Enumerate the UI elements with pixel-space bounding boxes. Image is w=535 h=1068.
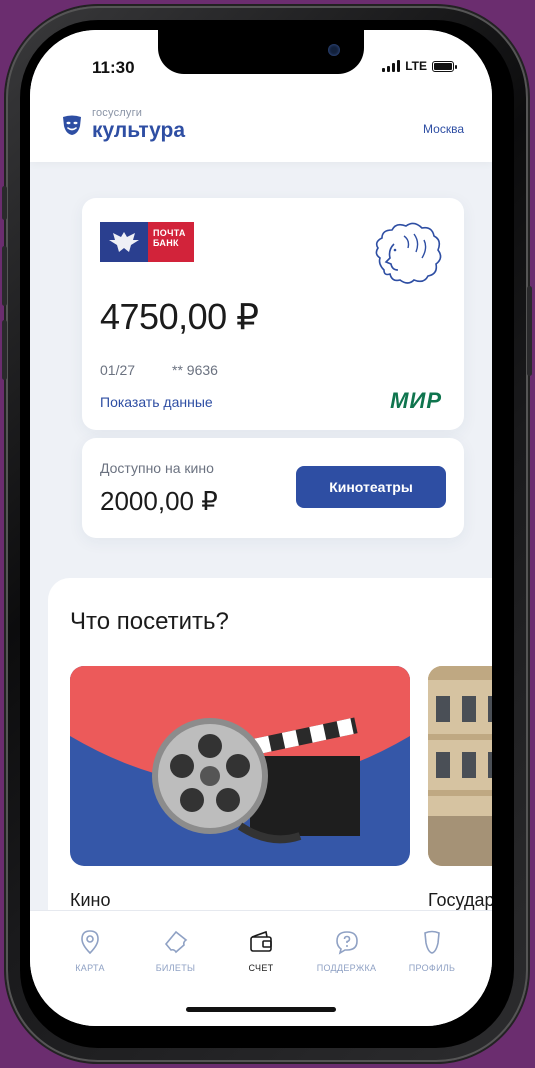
cinema-balance-block: Доступно на кино 2000,00 ₽ Кинотеатры bbox=[82, 438, 464, 538]
tile-museum[interactable] bbox=[428, 666, 492, 866]
brand-title: культура bbox=[92, 119, 186, 142]
visit-section: Что посетить? Кино Государ bbox=[48, 578, 492, 958]
city-selector[interactable]: Москва bbox=[423, 122, 464, 136]
tab-profile[interactable]: ПРОФИЛЬ bbox=[394, 929, 470, 973]
wallet-icon bbox=[250, 930, 272, 952]
card-expiry: 01/27 bbox=[100, 362, 136, 378]
building-icon bbox=[428, 666, 492, 866]
status-indicators: LTE bbox=[382, 59, 457, 73]
tab-map-label: КАРТА bbox=[75, 963, 105, 973]
map-pin-icon bbox=[81, 930, 99, 955]
status-time: 11:30 bbox=[92, 58, 135, 77]
tile-cinema[interactable] bbox=[70, 666, 410, 866]
tab-support-label: ПОДДЕРЖКА bbox=[316, 963, 377, 973]
bank-name: ПОЧТА БАНК bbox=[148, 222, 194, 262]
home-indicator[interactable] bbox=[186, 1007, 336, 1012]
film-reel-icon bbox=[70, 666, 410, 866]
brand-small: госуслуги bbox=[92, 107, 143, 119]
pushkin-portrait-icon bbox=[375, 222, 442, 284]
volume-down-button bbox=[2, 320, 7, 380]
app-screen: 11:30 LTE госуслуги культура Москва ПОЧТ… bbox=[30, 30, 492, 1026]
theatre-mask-icon bbox=[63, 115, 81, 135]
tab-account-label: СЧЕТ bbox=[248, 963, 274, 973]
tab-tickets-label: БИЛЕТЫ bbox=[155, 963, 196, 973]
app-header: госуслуги культура Москва bbox=[30, 86, 492, 162]
support-icon bbox=[335, 931, 358, 955]
tab-tickets[interactable]: БИЛЕТЫ bbox=[138, 929, 214, 973]
battery-icon bbox=[432, 60, 457, 72]
tile-cinema-label: Кино bbox=[70, 890, 111, 910]
network-label: LTE bbox=[405, 59, 427, 73]
tile-museum-label: Государ bbox=[428, 890, 492, 910]
bank-logo: ПОЧТА БАНК bbox=[100, 222, 194, 262]
volume-up-button bbox=[2, 246, 7, 306]
tab-profile-label: ПРОФИЛЬ bbox=[408, 963, 456, 973]
mir-logo: МИР bbox=[390, 388, 442, 413]
tab-map[interactable]: КАРТА bbox=[52, 929, 128, 973]
tab-support[interactable]: ПОДДЕРЖКА bbox=[309, 929, 385, 973]
show-card-data-link[interactable]: Показать данные bbox=[100, 394, 213, 410]
cinema-available-label: Доступно на кино bbox=[100, 460, 214, 476]
visit-title: Что посетить? bbox=[70, 608, 229, 635]
profile-icon bbox=[424, 930, 440, 954]
ticket-icon bbox=[164, 930, 187, 954]
signal-icon bbox=[382, 60, 401, 72]
mute-switch bbox=[2, 186, 7, 220]
card-balance: 4750,00 ₽ bbox=[100, 296, 259, 337]
card-number: ** 9636 bbox=[172, 362, 218, 378]
power-button bbox=[527, 286, 532, 376]
camera-icon bbox=[328, 44, 340, 56]
app-logo[interactable]: госуслуги культура bbox=[60, 108, 185, 141]
pushkin-card[interactable]: ПОЧТА БАНК 4750,00 ₽ 01/27 ** 9636 Показ… bbox=[82, 198, 464, 430]
cinema-amount: 2000,00 ₽ bbox=[100, 486, 218, 516]
tab-bar: КАРТА БИЛЕТЫ СЧЕТ ПОДДЕРЖКА ПРОФИЛЬ bbox=[30, 910, 492, 1026]
eagle-icon bbox=[100, 222, 148, 262]
tab-account[interactable]: СЧЕТ bbox=[223, 929, 299, 973]
notch bbox=[158, 30, 364, 74]
cinemas-button[interactable]: Кинотеатры bbox=[296, 466, 446, 508]
